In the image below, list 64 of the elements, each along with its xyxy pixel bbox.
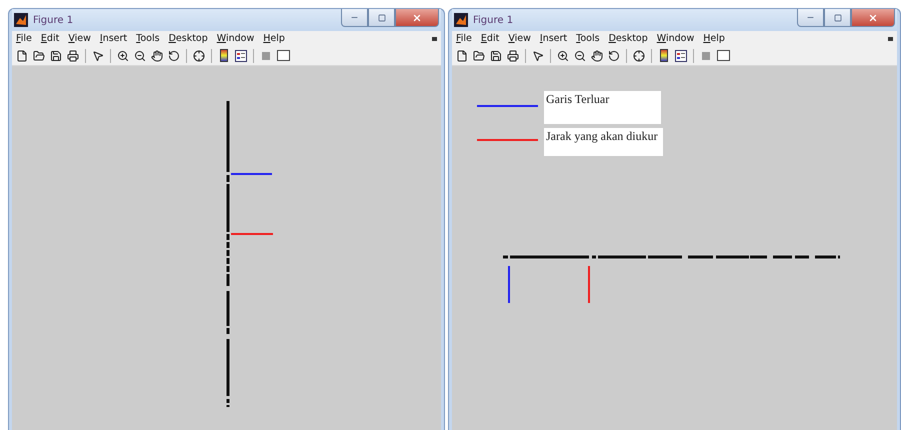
- zoom-in-icon[interactable]: [556, 48, 570, 62]
- maximize-icon: [378, 14, 386, 22]
- new-file-icon[interactable]: [15, 48, 29, 62]
- legend-line: [477, 139, 538, 141]
- window-icon[interactable]: [276, 48, 290, 62]
- rotate-icon[interactable]: [607, 48, 621, 62]
- menu-item[interactable]: Insert: [540, 33, 568, 44]
- menu-item[interactable]: Window: [216, 33, 254, 44]
- close-icon: [868, 12, 878, 22]
- close-button[interactable]: [395, 9, 439, 27]
- menu-item[interactable]: Window: [656, 33, 694, 44]
- maximize-button[interactable]: [368, 9, 395, 27]
- colorbar-icon[interactable]: [657, 48, 671, 62]
- app-icon: [454, 13, 468, 27]
- close-icon: [412, 12, 422, 22]
- hand-icon[interactable]: [590, 48, 604, 62]
- legend-icon[interactable]: [234, 48, 248, 62]
- menu-item[interactable]: Tools: [576, 33, 600, 44]
- crosshair-icon[interactable]: [632, 48, 646, 62]
- legend-label: Jarak yang akan diukur: [544, 128, 663, 156]
- menu-item[interactable]: View: [68, 33, 91, 44]
- open-folder-icon[interactable]: [472, 48, 486, 62]
- marker-line: [231, 173, 272, 175]
- maximize-icon: [834, 14, 842, 22]
- pointer-icon[interactable]: [531, 48, 545, 62]
- minimize-button[interactable]: [341, 9, 368, 27]
- menu-item[interactable]: Help: [703, 33, 725, 44]
- minimize-button[interactable]: [797, 9, 824, 27]
- crosshair-icon[interactable]: [192, 48, 206, 62]
- hand-icon[interactable]: [150, 48, 164, 62]
- menu-item[interactable]: Tools: [136, 33, 160, 44]
- app-icon: [14, 13, 28, 27]
- window-title: Figure 1: [473, 14, 514, 26]
- menu-item[interactable]: View: [508, 33, 531, 44]
- menu-item[interactable]: Desktop: [168, 33, 208, 44]
- menu-item[interactable]: Edit: [40, 33, 60, 44]
- colorbar-icon[interactable]: [217, 48, 231, 62]
- zoom-out-icon[interactable]: [133, 48, 147, 62]
- window-title: Figure 1: [33, 14, 74, 26]
- legend-line: [477, 105, 538, 107]
- new-file-icon[interactable]: [455, 48, 469, 62]
- save-icon[interactable]: [489, 48, 503, 62]
- maximize-button[interactable]: [824, 9, 851, 27]
- window-icon[interactable]: [716, 48, 730, 62]
- pointer-icon[interactable]: [91, 48, 105, 62]
- zoom-out-icon[interactable]: [573, 48, 587, 62]
- print-icon[interactable]: [506, 48, 520, 62]
- legend-label: Garis Terluar: [544, 91, 661, 124]
- dock-icon[interactable]: [888, 36, 893, 40]
- marker-line: [231, 233, 273, 235]
- close-button[interactable]: [851, 9, 895, 27]
- menu-item[interactable]: Desktop: [608, 33, 648, 44]
- save-icon[interactable]: [49, 48, 63, 62]
- open-folder-icon[interactable]: [32, 48, 46, 62]
- print-icon[interactable]: [66, 48, 80, 62]
- menu-item[interactable]: Insert: [100, 33, 128, 44]
- zoom-in-icon[interactable]: [116, 48, 130, 62]
- menu-item[interactable]: Help: [263, 33, 285, 44]
- menu-item[interactable]: Edit: [480, 33, 500, 44]
- dock-icon[interactable]: [432, 36, 437, 40]
- legend-icon[interactable]: [674, 48, 688, 62]
- rotate-icon[interactable]: [167, 48, 181, 62]
- menu-item[interactable]: File: [456, 33, 472, 44]
- menu-item[interactable]: File: [16, 33, 32, 44]
